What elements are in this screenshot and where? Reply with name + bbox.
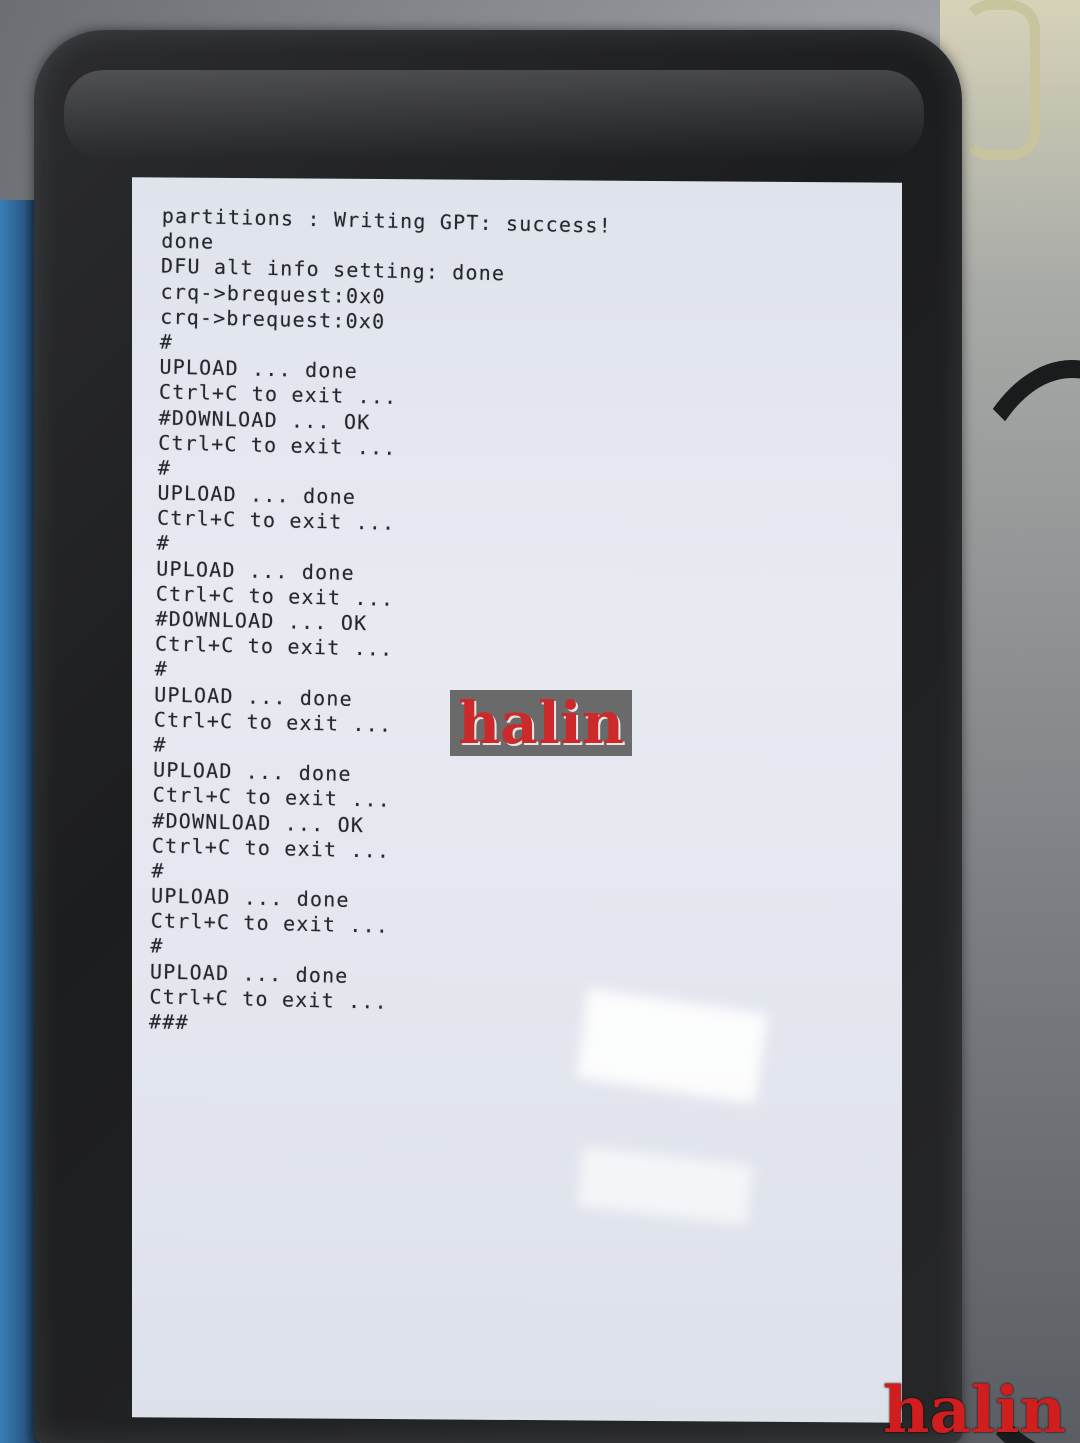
boot-console: partitions : Writing GPT: success! done … — [149, 204, 612, 1045]
plastic-wrap-sheen — [64, 70, 924, 160]
cable — [960, 0, 1040, 160]
device-screen: partitions : Writing GPT: success! done … — [132, 177, 902, 1423]
photo: partitions : Writing GPT: success! done … — [0, 0, 1080, 1443]
watermark-center: halin — [450, 690, 632, 756]
screen-glare — [576, 988, 768, 1104]
screen-glare — [577, 1146, 753, 1226]
watermark-corner: halin — [882, 1373, 1066, 1443]
